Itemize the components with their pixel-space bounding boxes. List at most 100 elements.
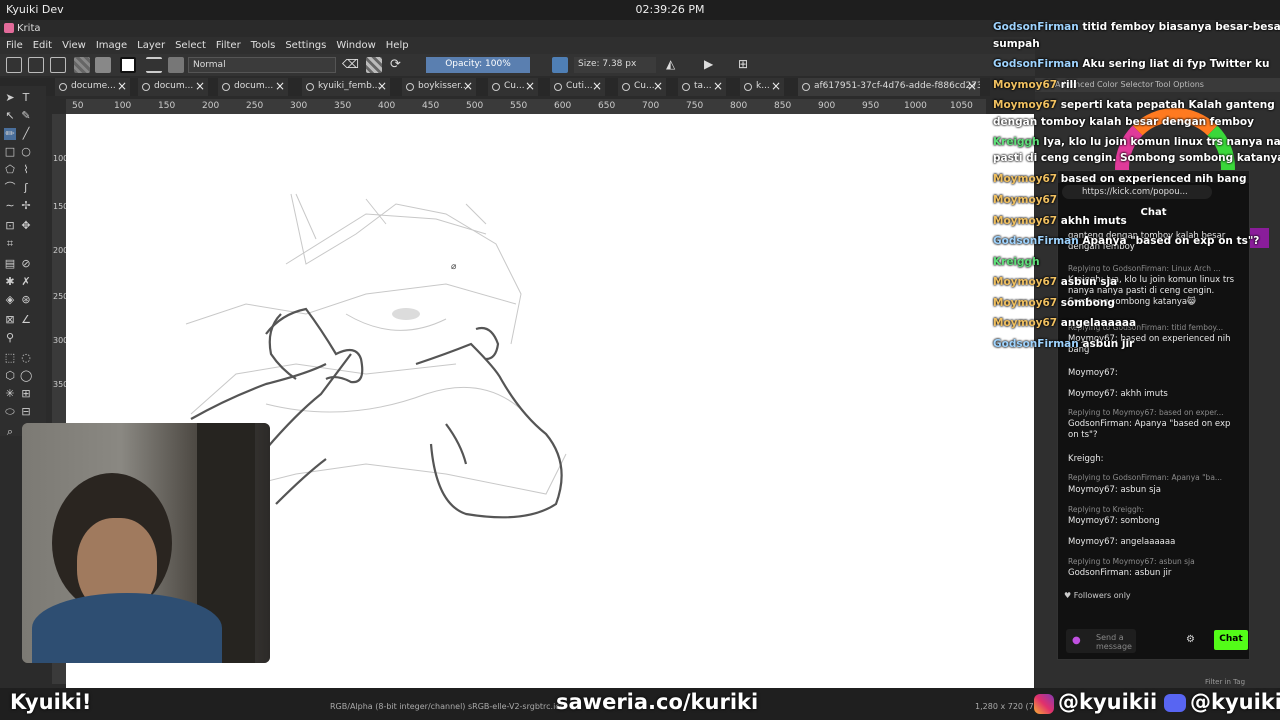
ruler-tool-icon[interactable]: ∠ [20,314,32,326]
eraser-icon[interactable]: ⌫ [342,57,359,73]
menu-layer[interactable]: Layer [137,40,165,51]
brush-tool-icon[interactable]: ✏ [4,128,16,140]
bezier-select-icon[interactable]: ⬭ [4,406,16,418]
dynamic-brush-icon[interactable]: ∼ [4,200,16,212]
blend-mode-select[interactable]: Normal [188,57,336,73]
chat-send-button[interactable]: Chat [1214,630,1248,650]
color-swatch-icon[interactable] [120,57,136,73]
measure-tool-icon[interactable]: ⊠ [4,314,16,326]
zoom-tool-icon[interactable]: ⌕ [4,426,16,438]
overlay-user: Moymoy67 [993,276,1058,288]
menu-file[interactable]: File [6,40,23,51]
ruler-tick: 600 [554,101,572,111]
tab-document-7[interactable]: Cuti... × [550,78,605,96]
microphone-icon[interactable]: ● [1072,635,1081,646]
tab-document-3[interactable]: docum... × [218,78,288,96]
enclose-fill-icon[interactable]: ⊛ [20,294,32,306]
similar-select-icon[interactable]: ⊞ [20,388,32,400]
wrap-around-icon[interactable]: ⊞ [738,57,754,73]
freehand-path-icon[interactable]: ʃ [20,182,32,194]
text-tool-icon[interactable]: T [20,92,32,104]
bezier-tool-icon[interactable]: ⌒ [4,182,16,194]
contiguous-select-icon[interactable]: ✳ [4,388,16,400]
menu-window[interactable]: Window [336,40,375,51]
mirror-vertical-icon[interactable]: ▶ [704,57,720,73]
ellipse-tool-icon[interactable]: ○ [20,146,32,158]
tab-document-active[interactable]: af617951-37cf-4d76-adde-f886cd273... × [798,78,980,96]
polyline-tool-icon[interactable]: ⌇ [20,164,32,176]
assistant-tool-icon[interactable]: ✗ [20,276,32,288]
tab-document-4[interactable]: kyuiki_femb... × [302,78,390,96]
close-icon[interactable]: × [463,79,473,93]
overlay-text: asbun sja [1060,276,1118,288]
overlay-text: seperti kata pepatah Kalah ganteng [1060,99,1275,111]
tab-document-6[interactable]: Cu... × [488,78,538,96]
menu-settings[interactable]: Settings [285,40,326,51]
new-document-icon[interactable] [6,57,22,73]
eyedropper-icon[interactable]: ⊘ [20,258,32,270]
menu-select[interactable]: Select [175,40,206,51]
brush-preset-icon[interactable] [168,57,184,73]
select-tool-icon[interactable]: ➤ [4,92,16,104]
multibrush-icon[interactable]: ✢ [20,200,32,212]
ruler-tick: 950 [862,101,880,111]
menu-help[interactable]: Help [386,40,409,51]
settings-gear-icon[interactable]: ⚙ [1186,634,1195,645]
chat-reply: Replying to GodsonFirman: Apanya "ba... [1068,473,1223,482]
document-icon [59,83,67,91]
smart-patch-icon[interactable]: ✱ [4,276,16,288]
ellipse-select-icon[interactable]: ◌ [20,352,32,364]
tab-document-5[interactable]: boykisser... × [402,78,476,96]
tab-document-2[interactable]: docum... × [138,78,208,96]
gradient-tool-icon[interactable]: ▤ [4,258,16,270]
crop-tool-icon[interactable]: ⌗ [4,238,16,250]
transform-tool-icon[interactable]: ⊡ [4,220,16,232]
menu-edit[interactable]: Edit [33,40,52,51]
close-icon[interactable]: × [771,79,781,93]
calligraphy-icon[interactable]: ✎ [20,110,32,122]
polygon-tool-icon[interactable]: ⬠ [4,164,16,176]
size-slider[interactable]: Size: 7.38 px [574,57,656,73]
close-icon[interactable]: × [377,79,387,93]
ruler-tick: 650 [598,101,616,111]
close-icon[interactable]: × [525,79,535,93]
rectangle-tool-icon[interactable]: □ [4,146,16,158]
horizontal-ruler: 50 100 150 200 250 300 350 400 450 500 5… [66,99,986,114]
move-tool-icon[interactable]: ✥ [20,220,32,232]
overlay-user: GodsonFirman [993,21,1079,33]
open-icon[interactable] [28,57,44,73]
close-icon[interactable]: × [117,79,127,93]
ruler-tick: 400 [378,101,396,111]
polygon-select-icon[interactable]: ⬡ [4,370,16,382]
close-icon[interactable]: × [275,79,285,93]
tab-document-9[interactable]: ta... × [678,78,726,96]
reload-icon[interactable]: ⟳ [390,57,406,73]
gradient-icon[interactable] [74,57,90,73]
save-icon[interactable] [50,57,66,73]
tab-document-1[interactable]: docume... × [55,78,130,96]
close-icon[interactable]: × [967,79,977,93]
menu-filter[interactable]: Filter [216,40,241,51]
magnetic-select-icon[interactable]: ⊟ [20,406,32,418]
mirror-horizontal-icon[interactable]: ◭ [666,57,682,73]
freehand-select-icon[interactable]: ◯ [20,370,32,382]
edit-shapes-icon[interactable]: ↖ [4,110,16,122]
rect-select-icon[interactable]: ⬚ [4,352,16,364]
pattern-icon[interactable] [95,57,111,73]
alpha-lock-icon[interactable] [366,57,382,73]
tab-document-10[interactable]: k... × [740,78,784,96]
close-icon[interactable]: × [713,79,723,93]
fill-tool-icon[interactable]: ◈ [4,294,16,306]
menu-image[interactable]: Image [96,40,127,51]
close-icon[interactable]: × [195,79,205,93]
menu-view[interactable]: View [62,40,86,51]
close-icon[interactable]: × [592,79,602,93]
brush-settings-icon[interactable] [146,57,162,73]
close-icon[interactable]: × [653,79,663,93]
reference-tool-icon[interactable]: ⚲ [4,332,16,344]
app-name: Kyuiki Dev [6,3,64,16]
menu-tools[interactable]: Tools [251,40,276,51]
line-tool-icon[interactable]: ╱ [20,128,32,140]
opacity-slider[interactable]: Opacity: 100% [426,57,530,73]
tab-document-8[interactable]: Cu... × [618,78,666,96]
